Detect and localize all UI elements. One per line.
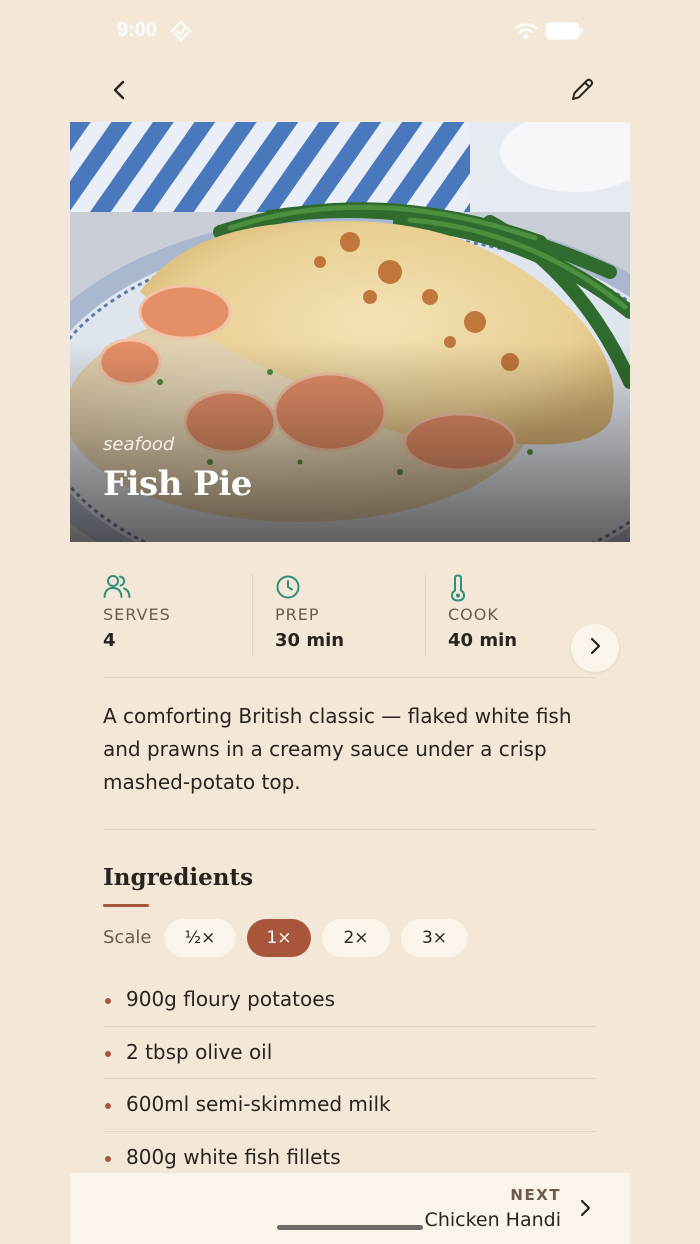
- stat-prep: PREP 30 min: [275, 570, 425, 656]
- top-navigation: [0, 62, 700, 122]
- stats-scroll-next-button[interactable]: [571, 624, 619, 672]
- people-icon: [103, 574, 131, 604]
- chevron-right-icon: [576, 1198, 594, 1222]
- list-item: 600ml semi-skimmed milk: [103, 1079, 596, 1132]
- bullet: [105, 1050, 111, 1057]
- wifi-icon: [514, 22, 538, 44]
- divider: [103, 677, 596, 678]
- bullet: [105, 1103, 111, 1109]
- status-bar: 9:00: [0, 0, 700, 62]
- bullet: [105, 998, 111, 1004]
- scale-chip-half[interactable]: ½×: [164, 919, 236, 957]
- data-saver-icon: [170, 20, 192, 46]
- next-recipe-bar[interactable]: NEXT Chicken Handi: [70, 1173, 630, 1244]
- ingredients-heading: Ingredients: [103, 864, 254, 891]
- heading-underline: [103, 904, 149, 907]
- list-item: 2 tbsp olive oil: [103, 1027, 596, 1079]
- scale-label: Scale: [103, 927, 152, 948]
- chevron-right-icon: [585, 636, 605, 660]
- scale-chip-3x[interactable]: 3×: [401, 919, 468, 957]
- home-indicator[interactable]: [277, 1225, 423, 1230]
- clock-icon: [275, 574, 301, 604]
- recipe-title: Fish Pie: [103, 464, 252, 504]
- stat-divider: [252, 574, 253, 656]
- list-item: 900g floury potatoes: [103, 974, 596, 1027]
- stat-cook-label: COOK: [448, 605, 499, 624]
- recipe-category: seafood: [103, 434, 175, 455]
- ingredient-text: 2 tbsp olive oil: [126, 1039, 273, 1064]
- hero-image: seafood Fish Pie: [70, 122, 630, 542]
- chevron-left-icon: [108, 78, 132, 106]
- ingredients-list: 900g floury potatoes 2 tbsp olive oil 60…: [103, 974, 596, 1184]
- stat-prep-value: 30 min: [275, 630, 345, 651]
- ingredient-text: 800g white fish fillets: [126, 1144, 341, 1169]
- pencil-icon: [568, 76, 596, 108]
- scale-chip-1x[interactable]: 1×: [247, 919, 311, 957]
- stat-serves-label: SERVES: [103, 605, 171, 624]
- stat-serves-value: 4: [103, 630, 116, 651]
- recipe-description: A comforting British classic — flaked wh…: [103, 704, 572, 794]
- battery-icon: [545, 22, 583, 44]
- stat-serves: SERVES 4: [103, 570, 253, 656]
- ingredient-text: 900g floury potatoes: [126, 987, 335, 1011]
- status-time: 9:00: [117, 19, 158, 41]
- stat-cook-value: 40 min: [448, 630, 518, 651]
- next-recipe-kicker: NEXT: [510, 1186, 561, 1204]
- back-button[interactable]: [98, 70, 142, 114]
- recipe-stats: SERVES 4 PREP 30 min COOK 40 min: [103, 570, 623, 660]
- next-recipe-title: Chicken Handi: [424, 1209, 561, 1231]
- divider: [103, 829, 596, 830]
- stat-divider: [425, 574, 426, 656]
- stat-prep-label: PREP: [275, 605, 320, 624]
- scale-chip-2x[interactable]: 2×: [322, 919, 390, 957]
- ingredient-text: 600ml semi-skimmed milk: [126, 1092, 391, 1116]
- bullet: [105, 1155, 111, 1162]
- edit-button[interactable]: [560, 70, 604, 114]
- thermometer-icon: [448, 574, 468, 606]
